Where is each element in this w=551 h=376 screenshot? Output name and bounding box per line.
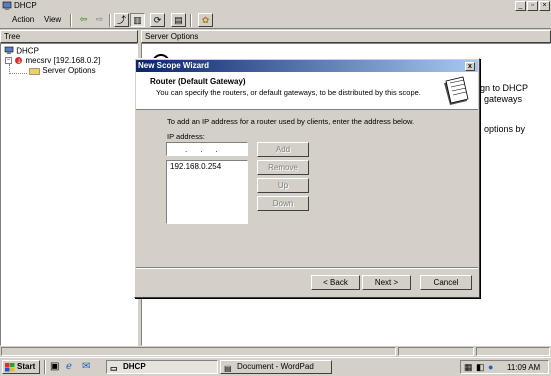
wizard-folders-icon [441, 75, 471, 107]
start-button[interactable]: Start [2, 360, 40, 374]
tray-globe-icon[interactable]: ● [488, 362, 493, 372]
task-dhcp[interactable]: ▭ DHCP [106, 360, 218, 374]
next-button[interactable]: Next > [362, 275, 411, 290]
ip-address-label: IP address: [167, 132, 205, 141]
router-list-item[interactable]: 192.168.0.254 [170, 162, 221, 171]
task-wordpad[interactable]: ▤ Document - WordPad [220, 360, 332, 374]
right-header-label: Server Options [145, 32, 199, 41]
wizard-instruction: To add an IP address for a router used b… [167, 117, 415, 126]
show-tree-icon[interactable]: ▥ [130, 13, 145, 27]
tree-item-dhcp-label: DHCP [16, 46, 39, 56]
tree-line [9, 73, 27, 74]
system-tray: ▦ ◧ ● 11:09 AM [460, 360, 549, 374]
right-header: Server Options [141, 30, 551, 43]
outlook-express-icon[interactable]: ✉ [82, 361, 90, 372]
properties-icon[interactable]: ✿ [198, 13, 213, 27]
details-text-line1: gn to DHCP [480, 83, 529, 93]
taskbar: Start ▣ ℯ ✉ ▭ DHCP ▤ Document - WordPad … [0, 357, 551, 375]
toolbar-separator [70, 14, 72, 27]
new-scope-wizard-dialog: New Scope Wizard x Router (Default Gatew… [134, 58, 480, 298]
minimize-button[interactable]: _ [515, 1, 526, 11]
status-bar [0, 346, 551, 357]
refresh-icon[interactable]: ⟳ [150, 13, 165, 27]
maximize-button[interactable]: ▫ [527, 1, 538, 11]
task-dhcp-label: DHCP [123, 362, 146, 371]
export-list-icon[interactable]: ▤ [171, 13, 186, 27]
wizard-title-bar: New Scope Wizard x [136, 60, 478, 72]
app-title-bar: DHCP _ ▫ × [0, 0, 551, 12]
details-text-line3: options by [484, 124, 526, 134]
close-button[interactable]: × [539, 1, 550, 11]
wizard-subheading: You can specify the routers, or default … [156, 88, 421, 97]
wizard-divider [136, 267, 478, 269]
tree-item-server-options[interactable]: Server Options [29, 66, 96, 75]
menu-action[interactable]: Action [12, 15, 34, 24]
status-cell [1, 347, 396, 356]
menu-view[interactable]: View [44, 15, 61, 24]
windows-logo-icon [5, 363, 15, 372]
start-label: Start [17, 362, 36, 371]
tree-item-server-label: mecsrv [192.168.0.2] [25, 56, 101, 65]
server-down-icon: ↓ [14, 56, 23, 65]
internet-explorer-icon[interactable]: ℯ [66, 361, 72, 372]
tray-clock: 11:09 AM [507, 363, 541, 372]
dhcp-task-icon: ▭ [110, 364, 118, 373]
tree-item-server[interactable]: − ↓ mecsrv [192.168.0.2] [5, 56, 100, 65]
task-wordpad-label: Document - WordPad [237, 362, 314, 371]
dhcp-app-icon [2, 1, 12, 11]
wizard-title: New Scope Wizard [138, 61, 210, 70]
wizard-close-button[interactable]: x [465, 62, 475, 71]
ip-dots: ... [185, 145, 231, 154]
tray-volume-icon[interactable]: ◧ [476, 362, 485, 373]
tray-network-icon[interactable]: ▦ [464, 362, 473, 373]
add-button[interactable]: Add [257, 142, 309, 157]
cancel-button[interactable]: Cancel [420, 275, 472, 290]
router-list[interactable]: 192.168.0.254 [166, 160, 248, 224]
tree-panel: DHCP − ↓ mecsrv [192.168.0.2] Server Opt… [0, 43, 138, 346]
remove-button[interactable]: Remove [257, 160, 309, 175]
tree-header-label: Tree [4, 32, 21, 41]
forward-arrow-icon[interactable]: ⇨ [92, 13, 107, 27]
details-text-line2: gateways [484, 94, 523, 104]
toolbar-separator [109, 14, 111, 27]
menu-toolbar: Action View ⇦ ⇨ ⤴ ▥ ⟳ ▤ ✿ [0, 12, 551, 29]
toolbar-separator [190, 14, 192, 27]
svg-text:↓: ↓ [17, 58, 22, 65]
wizard-heading: Router (Default Gateway) [150, 77, 246, 86]
wordpad-icon: ▤ [224, 364, 232, 373]
back-button[interactable]: < Back [311, 275, 360, 290]
app-title: DHCP [14, 1, 37, 10]
status-cell [476, 347, 550, 356]
ip-address-input[interactable]: ... [166, 142, 248, 156]
up-button[interactable]: Up [257, 178, 309, 193]
tree-item-server-options-label: Server Options [42, 66, 96, 75]
down-button[interactable]: Down [257, 196, 309, 211]
back-arrow-icon[interactable]: ⇦ [76, 13, 91, 27]
tree-header: Tree [0, 30, 138, 43]
quicklaunch-divider [44, 360, 46, 374]
show-desktop-icon[interactable]: ▣ [50, 361, 59, 372]
wizard-header: Router (Default Gateway) You can specify… [136, 72, 478, 110]
status-cell [398, 347, 474, 356]
folder-icon [29, 67, 40, 75]
up-folder-icon[interactable]: ⤴ [114, 13, 129, 27]
